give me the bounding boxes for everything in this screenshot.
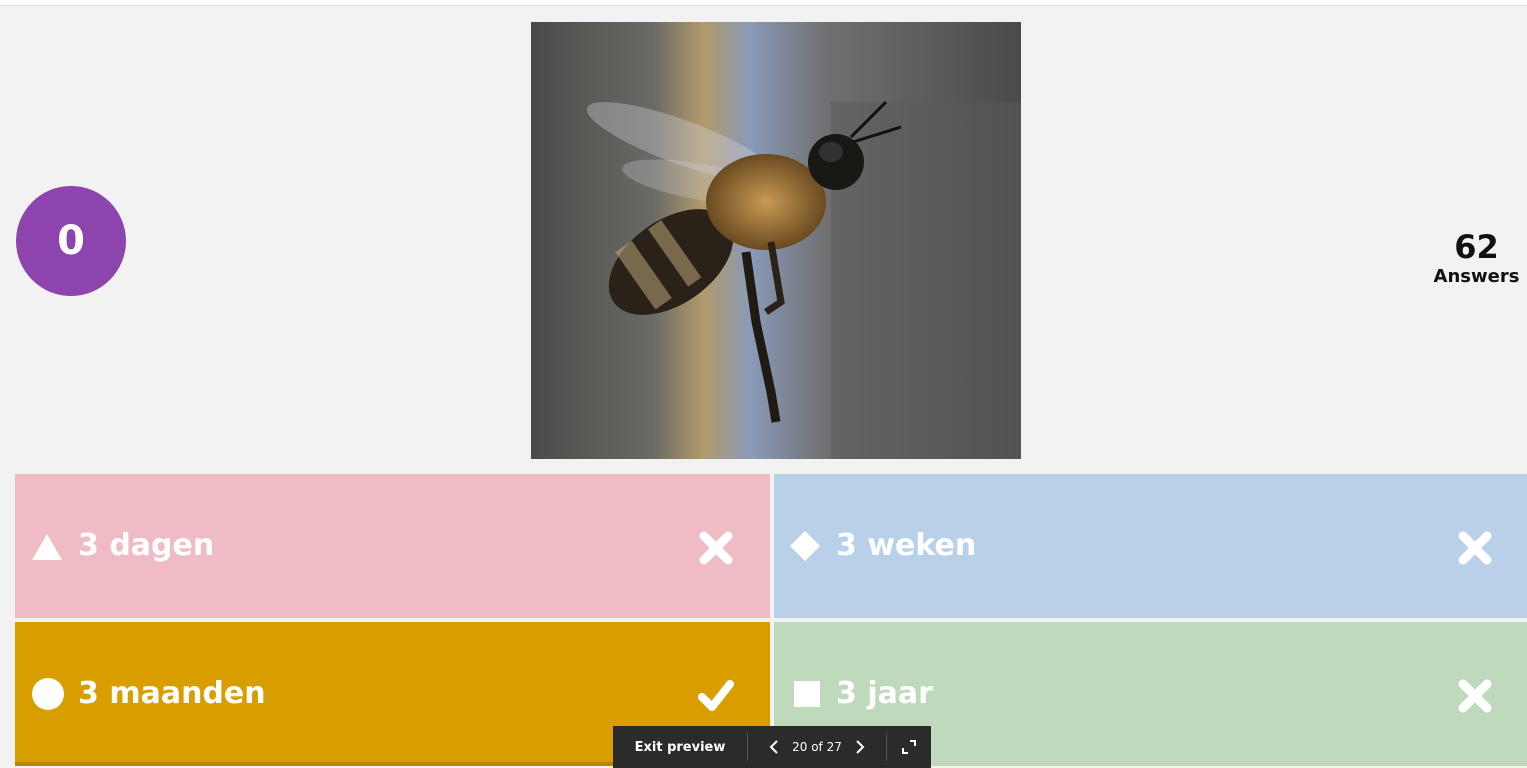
circle-icon <box>32 678 64 710</box>
close-icon <box>699 531 733 565</box>
answer-label: 3 weken <box>836 528 977 563</box>
bee-photo-icon <box>531 22 1021 459</box>
timer-value: 0 <box>57 218 85 264</box>
answer-option-1[interactable]: 3 dagen <box>15 474 770 618</box>
answer-option-2[interactable]: 3 weken <box>774 474 1527 618</box>
fullscreen-icon <box>902 740 916 754</box>
preview-toolbar: Exit preview 20 of 27 <box>613 726 931 768</box>
slide-navigation: 20 of 27 <box>748 739 886 755</box>
slide-counter: 20 of 27 <box>792 740 842 754</box>
fullscreen-button[interactable] <box>887 739 931 755</box>
close-icon <box>1458 531 1492 565</box>
answers-count: 62 <box>1454 228 1499 266</box>
diamond-icon <box>790 531 820 561</box>
square-icon <box>794 681 820 707</box>
chevron-left-icon[interactable] <box>766 739 782 755</box>
close-icon <box>1458 679 1492 713</box>
chevron-right-icon[interactable] <box>852 739 868 755</box>
answers-counter: 62 Answers <box>1426 228 1527 288</box>
answer-label: 3 jaar <box>836 676 933 711</box>
answer-label: 3 maanden <box>78 676 266 711</box>
answer-label: 3 dagen <box>78 528 215 563</box>
answers-label: Answers <box>1433 266 1520 287</box>
top-border <box>0 0 1527 6</box>
timer-badge: 0 <box>16 186 126 296</box>
question-image <box>531 22 1021 459</box>
check-icon <box>698 680 734 711</box>
triangle-icon <box>32 534 62 560</box>
exit-preview-button[interactable]: Exit preview <box>613 740 747 755</box>
